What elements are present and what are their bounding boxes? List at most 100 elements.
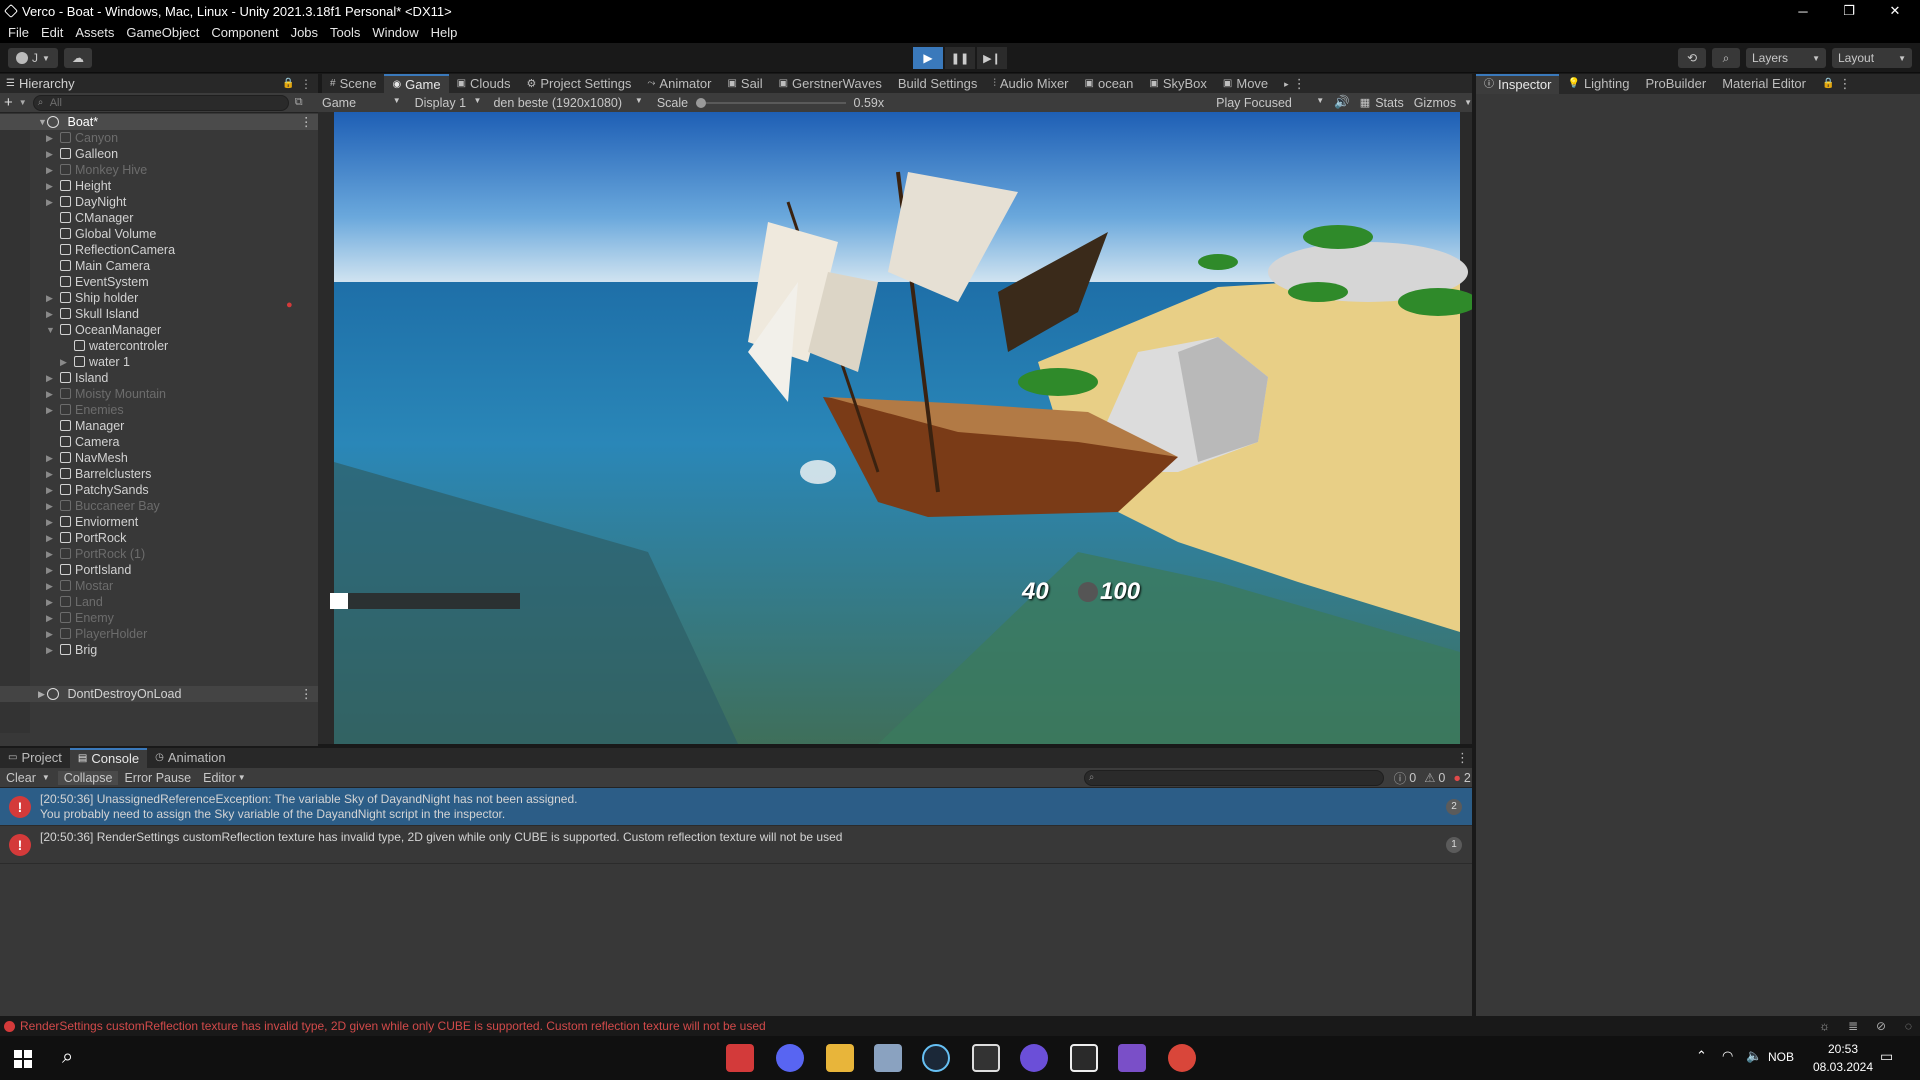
menu-gameobject[interactable]: GameObject xyxy=(120,25,205,40)
hierarchy-item[interactable]: ▶ Ship holder xyxy=(46,290,138,306)
scene-row-dontdestroyonload[interactable]: ▶ DontDestroyOnLoad ⋮ xyxy=(0,686,318,702)
hierarchy-search-input[interactable]: ⌕ All xyxy=(32,94,289,111)
progress-icon[interactable]: ◌ xyxy=(1905,1019,1912,1033)
info-filter-toggle[interactable]: ⓘ 0 xyxy=(1394,768,1416,787)
hierarchy-item[interactable]: ReflectionCamera xyxy=(60,242,175,258)
layers-dropdown[interactable]: Layers ▼ xyxy=(1746,48,1826,68)
search-button[interactable]: ⌕ xyxy=(1712,48,1740,68)
expand-arrow-icon[interactable]: ▶ xyxy=(46,482,53,498)
console-entry[interactable]: ! [20:50:36] RenderSettings customReflec… xyxy=(0,826,1472,864)
hierarchy-item[interactable]: ▶ Mostar xyxy=(46,578,113,594)
hierarchy-item[interactable]: ▶ Skull Island xyxy=(46,306,139,322)
volume-icon[interactable]: 🔈 xyxy=(1746,1048,1762,1064)
tab-inspector[interactable]: ⓘ Inspector xyxy=(1476,74,1560,94)
file-explorer-icon[interactable] xyxy=(826,1044,854,1072)
tab-move[interactable]: ▣ Move xyxy=(1215,74,1276,94)
hierarchy-item[interactable]: ▶ PatchySands xyxy=(46,482,149,498)
menu-window[interactable]: Window xyxy=(366,25,424,40)
tab-game[interactable]: ◉ Game xyxy=(384,74,449,94)
wifi-icon[interactable]: ◠ xyxy=(1722,1048,1733,1064)
more-icon[interactable]: ⋮ xyxy=(1456,750,1469,766)
expand-arrow-icon[interactable]: ▶ xyxy=(46,562,53,578)
stats-button[interactable]: Stats xyxy=(1375,96,1404,110)
hierarchy-item[interactable]: ▶ Barrelclusters xyxy=(46,466,151,482)
hierarchy-tab[interactable]: ☰ Hierarchy 🔒 ⋮ xyxy=(0,74,318,93)
menu-component[interactable]: Component xyxy=(205,25,284,40)
hierarchy-item[interactable]: ▶ Brig xyxy=(46,642,97,658)
expand-arrow-icon[interactable]: ▶ xyxy=(46,178,53,194)
status-bar[interactable]: RenderSettings customReflection texture … xyxy=(0,1016,1920,1036)
hierarchy-item[interactable]: ▶ Canyon xyxy=(46,130,118,146)
expand-arrow-icon[interactable]: ▶ xyxy=(46,578,53,594)
console-search-input[interactable]: ⌕ xyxy=(1083,769,1384,786)
hierarchy-item[interactable]: ▶ PlayerHolder xyxy=(46,626,147,642)
tabs-overflow-button[interactable]: ▸ ⋮ xyxy=(1276,74,1314,94)
app-icon[interactable] xyxy=(874,1044,902,1072)
more-icon[interactable]: ⋮ xyxy=(300,686,313,702)
hierarchy-item[interactable]: ▶ NavMesh xyxy=(46,450,128,466)
display-dropdown[interactable]: Display 1 ▼ xyxy=(407,96,486,110)
menu-jobs[interactable]: Jobs xyxy=(285,25,324,40)
resolution-dropdown[interactable]: den beste (1920x1080) ▼ xyxy=(485,96,646,110)
play-button[interactable]: ▶ xyxy=(913,47,943,69)
console-entry[interactable]: ! [20:50:36] UnassignedReferenceExceptio… xyxy=(0,788,1472,826)
slider-handle[interactable] xyxy=(696,97,707,108)
account-dropdown[interactable]: J ▼ xyxy=(8,48,58,68)
hierarchy-item[interactable]: watercontroler xyxy=(74,338,168,354)
expand-arrow-icon[interactable]: ▶ xyxy=(46,386,53,402)
hierarchy-item[interactable]: ▶ Monkey Hive xyxy=(46,162,147,178)
discord-icon[interactable] xyxy=(776,1044,804,1072)
menu-file[interactable]: File xyxy=(2,25,35,40)
hierarchy-item[interactable]: ▶ PortRock xyxy=(46,530,126,546)
expand-arrow-icon[interactable]: ▶ xyxy=(46,370,53,386)
expand-arrow-icon[interactable]: ▶ xyxy=(46,546,53,562)
hierarchy-item[interactable]: ▼ OceanManager xyxy=(46,322,161,338)
editor-dropdown[interactable]: Editor xyxy=(197,771,238,785)
tab-probuilder[interactable]: ProBuilder xyxy=(1637,74,1714,94)
expand-arrow-icon[interactable]: ▶ xyxy=(46,290,53,306)
hierarchy-item[interactable]: ▶ DayNight xyxy=(46,194,126,210)
more-icon[interactable]: ⋮ xyxy=(300,77,312,91)
tab-gerstnerwaves[interactable]: ▣ GerstnerWaves xyxy=(771,74,890,94)
hierarchy-item[interactable]: ▶ Moisty Mountain xyxy=(46,386,166,402)
menu-help[interactable]: Help xyxy=(425,25,464,40)
tab-console[interactable]: ▤ Console xyxy=(69,748,148,768)
cloud-button[interactable]: ☁ xyxy=(64,48,92,68)
mute-audio-icon[interactable]: 🔊 xyxy=(1334,95,1350,110)
scene-filter-icon[interactable]: ⧉ xyxy=(295,96,303,109)
hierarchy-item[interactable]: ▶ Enviorment xyxy=(46,514,138,530)
unity-icon[interactable] xyxy=(1070,1044,1098,1072)
vivaldi-icon[interactable] xyxy=(726,1044,754,1072)
hierarchy-item[interactable]: ▶ PortIsland xyxy=(46,562,131,578)
error-filter-toggle[interactable]: ● 2 xyxy=(1453,771,1471,785)
clock-time[interactable]: 20:53 xyxy=(1812,1042,1874,1056)
tab-project-settings[interactable]: ⚙ Project Settings xyxy=(519,74,640,94)
steam-icon[interactable] xyxy=(922,1044,950,1072)
visual-studio-icon[interactable] xyxy=(1118,1044,1146,1072)
tab-skybox[interactable]: ▣ SkyBox xyxy=(1141,74,1215,94)
expand-arrow-icon[interactable]: ▶ xyxy=(46,610,53,626)
tab-material-editor[interactable]: Material Editor xyxy=(1714,74,1814,94)
menu-tools[interactable]: Tools xyxy=(324,25,366,40)
layout-dropdown[interactable]: Layout ▼ xyxy=(1832,48,1912,68)
expand-arrow-icon[interactable]: ▶ xyxy=(46,594,53,610)
game-view[interactable]: 40 100 xyxy=(318,112,1472,744)
tab-lighting[interactable]: 💡 Lighting xyxy=(1559,74,1637,94)
game-mode-dropdown[interactable]: Game ▼ xyxy=(318,96,407,110)
hierarchy-item[interactable]: ▶ Buccaneer Bay xyxy=(46,498,160,514)
scale-slider[interactable] xyxy=(696,96,847,110)
hierarchy-item[interactable]: CManager xyxy=(60,210,133,226)
scene-row-boat[interactable]: ▼ Boat* ⋮ xyxy=(0,114,318,130)
cache-icon[interactable]: ≣ xyxy=(1848,1019,1858,1033)
chevron-down-icon[interactable]: ▼ xyxy=(1464,98,1472,107)
menu-edit[interactable]: Edit xyxy=(35,25,69,40)
more-icon[interactable]: ⋮ xyxy=(300,114,313,130)
tabs-overflow-button[interactable]: 🔒 ⋮ xyxy=(1814,74,1859,94)
expand-arrow-icon[interactable]: ▶ xyxy=(46,306,53,322)
chevron-up-icon[interactable]: ⌃ xyxy=(1696,1048,1707,1064)
expand-arrow-icon[interactable]: ▶ xyxy=(46,130,53,146)
expand-arrow-icon[interactable]: ▶ xyxy=(46,626,53,642)
hierarchy-item[interactable]: ▶ water 1 xyxy=(60,354,130,370)
splitter[interactable] xyxy=(1472,74,1476,1016)
hierarchy-item[interactable]: ▶ Land xyxy=(46,594,103,610)
